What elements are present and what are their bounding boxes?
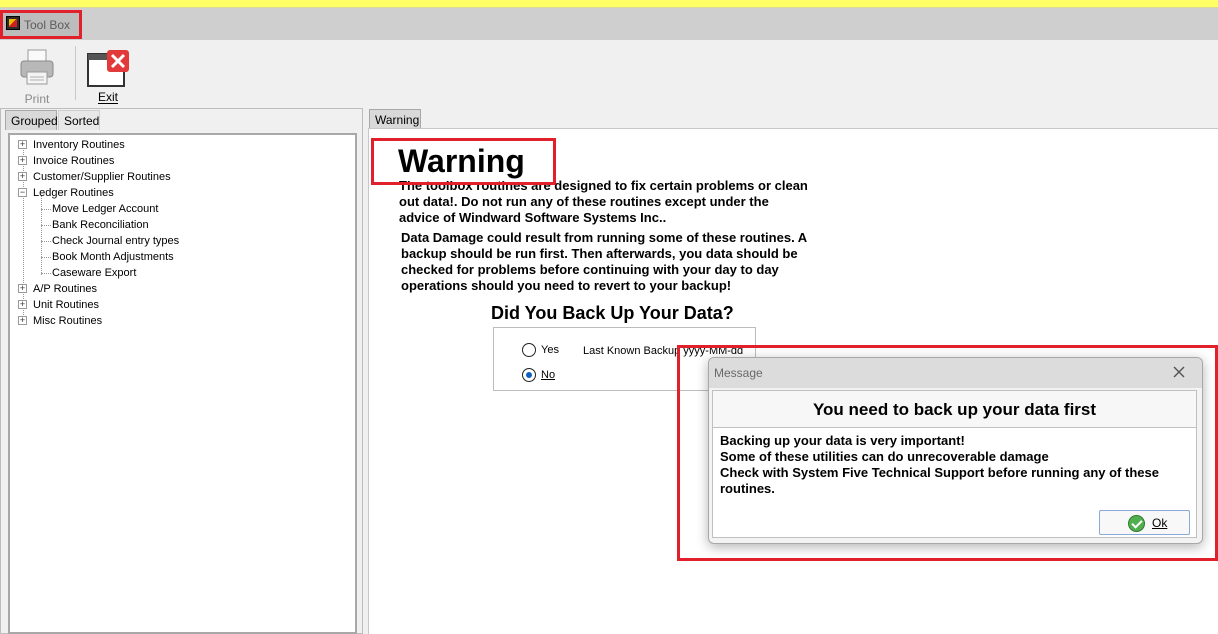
expand-icon[interactable]: + <box>18 316 27 325</box>
tree-item-move-ledger-account[interactable]: Move Ledger Account <box>52 201 158 217</box>
tab-grouped-label: Grouped <box>11 114 58 128</box>
tab-sorted-label: Sorted <box>64 114 100 128</box>
yes-label[interactable]: Yes <box>541 344 559 356</box>
no-label[interactable]: No <box>541 369 555 381</box>
expand-icon[interactable]: + <box>18 284 27 293</box>
top-accent-strip <box>0 0 1218 8</box>
exit-button[interactable]: Exit <box>84 48 132 106</box>
tab-sorted[interactable]: Sorted <box>58 110 100 130</box>
highlight-box-warning-heading <box>371 138 556 185</box>
expand-icon[interactable]: + <box>18 172 27 181</box>
toolbar-separator <box>75 46 76 100</box>
tree-item-caseware-export[interactable]: Caseware Export <box>52 265 136 281</box>
expand-icon[interactable]: + <box>18 156 27 165</box>
print-results-button[interactable]: Print Results <box>4 46 70 120</box>
tab-warning-label: Warning <box>375 113 420 127</box>
expand-icon[interactable]: + <box>18 140 27 149</box>
toolbar <box>0 40 1218 108</box>
tree-item-check-journal-entry-types[interactable]: Check Journal entry types <box>52 233 179 249</box>
routine-tree: + Inventory Routines + Invoice Routines … <box>8 133 357 634</box>
tree-item-book-month-adjustments[interactable]: Book Month Adjustments <box>52 249 174 265</box>
tab-warning[interactable]: Warning <box>369 109 421 128</box>
exit-label: Exit <box>97 90 118 104</box>
yes-radio[interactable] <box>522 343 536 357</box>
warning-paragraph-1: The toolbox routines are designed to fix… <box>399 178 808 225</box>
no-radio[interactable] <box>522 368 536 382</box>
backup-question: Did You Back Up Your Data? <box>491 303 734 323</box>
expand-icon[interactable]: + <box>18 300 27 309</box>
collapse-icon[interactable]: − <box>18 188 27 197</box>
warning-paragraph-2: Data Damage could result from running so… <box>401 230 808 293</box>
highlight-box-dialog <box>677 345 1218 561</box>
exit-window-icon <box>87 50 129 87</box>
highlight-box-app-title <box>0 10 82 39</box>
tab-grouped[interactable]: Grouped <box>5 110 58 130</box>
tree-item-bank-reconciliation[interactable]: Bank Reconciliation <box>52 217 149 233</box>
title-bar <box>0 8 1218 40</box>
printer-icon <box>20 49 54 85</box>
